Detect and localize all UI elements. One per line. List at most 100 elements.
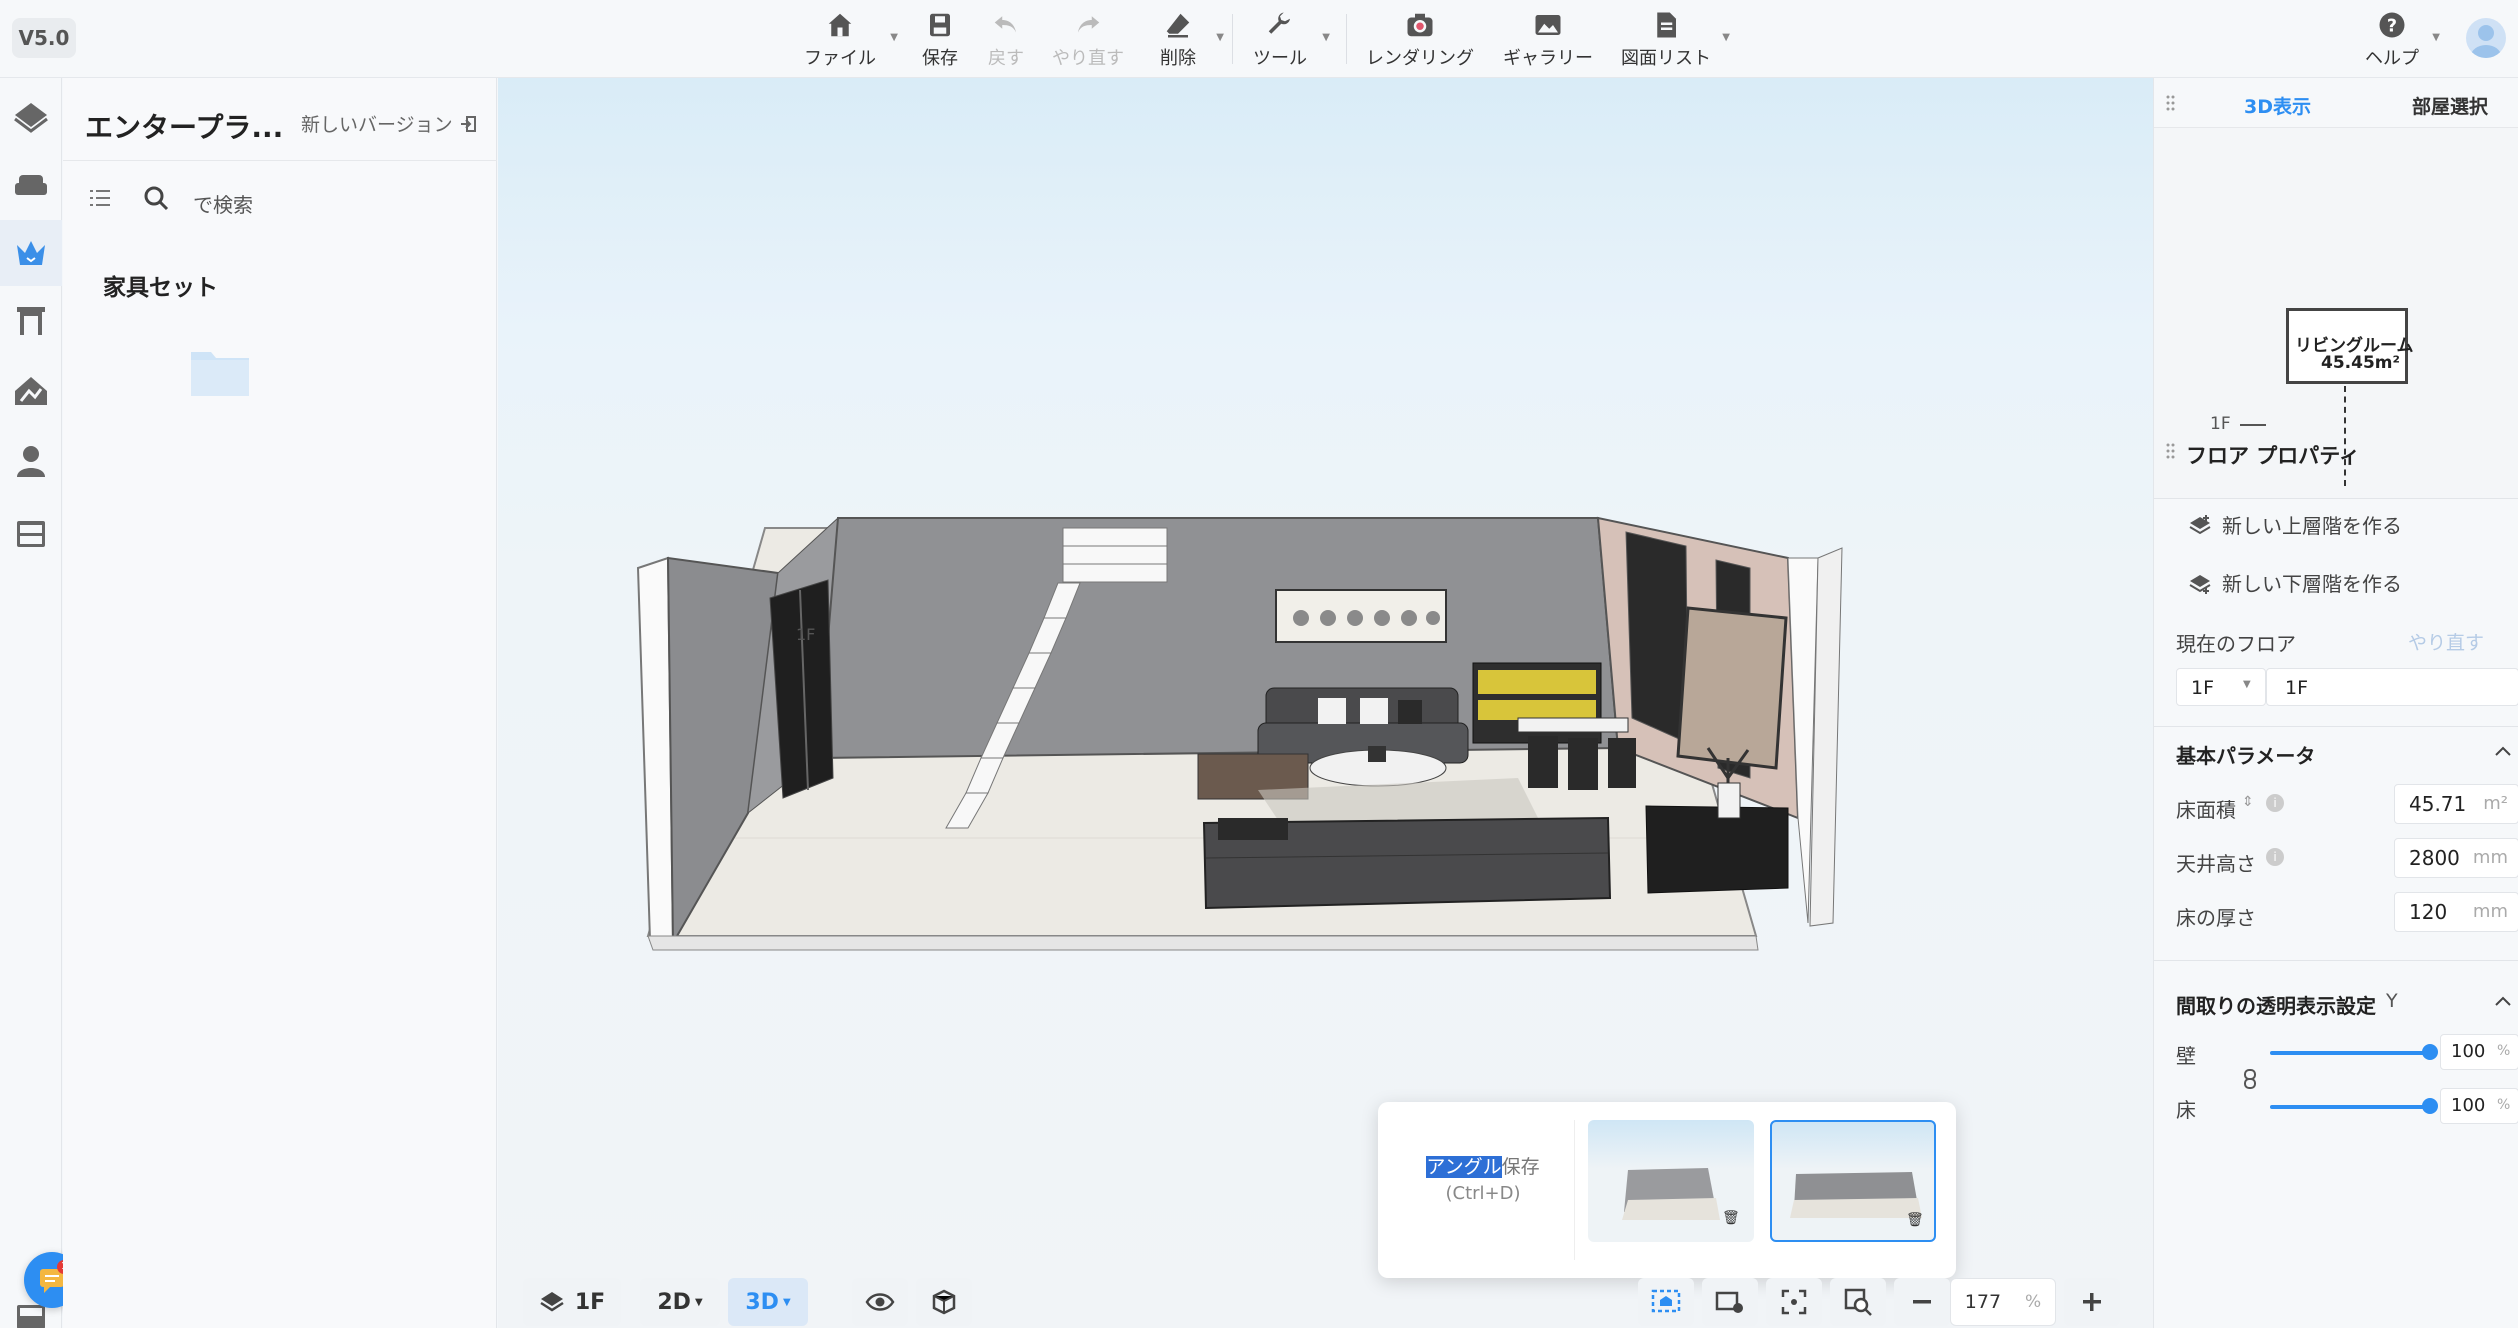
layers-icon bbox=[14, 103, 48, 133]
fit-view-button[interactable] bbox=[1766, 1278, 1822, 1326]
folder-item[interactable] bbox=[189, 346, 251, 398]
mode-3d-button[interactable]: 3D ▼ bbox=[728, 1278, 808, 1326]
rail-structure-button[interactable] bbox=[0, 358, 62, 424]
view-tabs: 3D表示 部屋選択 bbox=[2154, 78, 2518, 128]
left-icon-rail bbox=[0, 78, 62, 1328]
new-upper-floor-button[interactable]: 新しい上層階を作る bbox=[2188, 510, 2402, 539]
minimap-floor-marker: 1F bbox=[2210, 414, 2231, 434]
tools-menu-button[interactable]: ツール ▼ bbox=[1248, 8, 1330, 70]
chevron-down-icon: ▼ bbox=[2243, 679, 2251, 690]
chevron-up-icon[interactable] bbox=[2494, 744, 2512, 758]
wall-transparency-input[interactable]: 100 % bbox=[2440, 1034, 2518, 1070]
rail-catalog-button[interactable] bbox=[0, 152, 62, 218]
toolbar-divider bbox=[1232, 14, 1233, 64]
door-icon bbox=[17, 307, 45, 335]
gallery-button[interactable]: ギャラリー bbox=[1502, 8, 1594, 70]
svg-text:?: ? bbox=[2387, 16, 2397, 36]
trash-icon[interactable]: 🗑 bbox=[1722, 1210, 1740, 1226]
floor-area-input[interactable]: 45.71 m² bbox=[2394, 784, 2518, 824]
save-angle-toggle-button[interactable] bbox=[1638, 1278, 1694, 1326]
floor-switch-button[interactable]: 1F bbox=[523, 1278, 621, 1326]
search-row: で検索 bbox=[63, 160, 497, 240]
minimap-room[interactable]: リビングルーム 45.45m² bbox=[2286, 308, 2414, 384]
wall-transparency-slider[interactable] bbox=[2270, 1051, 2430, 1055]
current-floor-label: 現在のフロア bbox=[2176, 632, 2296, 656]
redo-button[interactable]: やり直す bbox=[1050, 8, 1126, 70]
new-lower-floor-button[interactable]: 新しい下層階を作る bbox=[2188, 568, 2402, 597]
saved-angle-thumbnail[interactable]: 🗑 bbox=[1588, 1120, 1754, 1242]
panel-title: エンタープラ... bbox=[85, 111, 284, 144]
house-icon bbox=[15, 377, 47, 405]
file-menu-button[interactable]: ファイル ▼ bbox=[800, 8, 898, 70]
zoom-region-button[interactable] bbox=[1830, 1278, 1886, 1326]
sofa-icon bbox=[15, 175, 47, 195]
zoom-in-button[interactable] bbox=[2064, 1278, 2120, 1326]
zoom-in-icon bbox=[1844, 1288, 1872, 1316]
tab-3d-view[interactable]: 3D表示 bbox=[2244, 92, 2311, 119]
rendering-button[interactable]: レンダリング bbox=[1366, 8, 1474, 70]
rail-enterprise-button[interactable] bbox=[0, 220, 62, 286]
floor-transparency-input[interactable]: 100 % bbox=[2440, 1088, 2518, 1124]
floor-select[interactable]: 1F ▼ bbox=[2176, 668, 2266, 706]
transparency-title: 間取りの透明表示設定 bbox=[2176, 994, 2376, 1018]
minus-icon bbox=[1913, 1300, 1931, 1304]
trash-icon[interactable]: 🗑 bbox=[1906, 1212, 1924, 1228]
search-input[interactable]: で検索 bbox=[193, 189, 253, 218]
save-button[interactable]: 保存 bbox=[912, 8, 968, 70]
rail-user-button[interactable] bbox=[0, 428, 62, 494]
mode-2d-button[interactable]: 2D ▼ bbox=[640, 1278, 720, 1326]
left-panel: エンタープラ... 新しいバージョン で検索 家具セット bbox=[63, 78, 497, 1328]
tab-room-select[interactable]: 部屋選択 bbox=[2412, 92, 2488, 119]
redo-floor-link[interactable]: やり直す bbox=[2408, 628, 2484, 655]
save-icon bbox=[930, 13, 950, 37]
exit-icon bbox=[460, 115, 476, 132]
wall-slider-thumb[interactable] bbox=[2422, 1044, 2438, 1060]
floor-thickness-input[interactable]: 120 mm bbox=[2394, 892, 2518, 932]
info-icon[interactable]: i bbox=[2266, 848, 2284, 866]
divider bbox=[2154, 726, 2518, 727]
list-icon[interactable] bbox=[89, 187, 111, 209]
chevron-down-icon: ▼ bbox=[782, 1296, 791, 1308]
minimap-floor-line bbox=[2240, 424, 2266, 426]
drag-handle-icon[interactable] bbox=[2166, 442, 2176, 462]
search-icon[interactable] bbox=[143, 185, 169, 211]
layer-add-icon bbox=[2189, 574, 2211, 594]
saved-angle-thumbnail-selected[interactable]: 🗑 bbox=[1770, 1120, 1936, 1242]
floor-properties-title: フロア プロパティ bbox=[2186, 444, 2361, 468]
ceiling-height-label: 天井高さ bbox=[2176, 852, 2256, 876]
floor-transparency-slider[interactable] bbox=[2270, 1105, 2430, 1109]
zoom-out-button[interactable] bbox=[1894, 1278, 1950, 1326]
camera-settings-button[interactable] bbox=[1702, 1278, 1758, 1326]
right-panel: 3D表示 部屋選択 リビングルーム 45.45m² 1F フロア プロパティ 新… bbox=[2153, 78, 2518, 1328]
help-icon: ? bbox=[2379, 12, 2405, 38]
undo-button[interactable]: 戻す bbox=[978, 8, 1034, 70]
delete-button[interactable]: 削除 ▼ bbox=[1150, 8, 1224, 70]
ceiling-height-input[interactable]: 2800 mm bbox=[2394, 838, 2518, 878]
view-cube-button[interactable] bbox=[916, 1278, 972, 1326]
wall-floor-label: 1F bbox=[796, 625, 815, 644]
zoom-input[interactable]: 177 % bbox=[1950, 1278, 2056, 1326]
rail-door-button[interactable] bbox=[0, 288, 62, 354]
eraser-icon bbox=[1166, 13, 1190, 38]
help-button[interactable]: ? ヘルプ ▼ bbox=[2362, 8, 2440, 70]
link-icon[interactable] bbox=[2242, 1068, 2258, 1090]
new-version-link[interactable]: 新しいバージョン bbox=[301, 110, 477, 137]
floor-name-input[interactable]: 1F bbox=[2266, 668, 2518, 706]
floor-slider-thumb[interactable] bbox=[2422, 1098, 2438, 1114]
save-angle-button[interactable]: アングル保存 (Ctrl+D) bbox=[1418, 1152, 1548, 1204]
chevron-up-icon[interactable] bbox=[2494, 994, 2512, 1008]
basic-params-title: 基本パラメータ bbox=[2176, 744, 2316, 768]
chevron-down-icon: ▼ bbox=[1216, 32, 1224, 43]
rail-floorplan-button[interactable] bbox=[0, 84, 62, 150]
drawing-list-button[interactable]: 図面リスト ▼ bbox=[1620, 8, 1730, 70]
cabinet-icon bbox=[17, 521, 45, 547]
cube-icon bbox=[932, 1289, 956, 1315]
visibility-button[interactable] bbox=[852, 1278, 908, 1326]
avatar[interactable] bbox=[2466, 18, 2506, 58]
rail-storage-button[interactable] bbox=[0, 500, 62, 566]
section-title: 家具セット bbox=[103, 275, 218, 301]
sort-icon[interactable]: ⇕ bbox=[2242, 794, 2254, 810]
drag-handle-icon[interactable] bbox=[2166, 94, 2176, 114]
info-icon[interactable]: i bbox=[2266, 794, 2284, 812]
home-icon bbox=[828, 13, 852, 37]
